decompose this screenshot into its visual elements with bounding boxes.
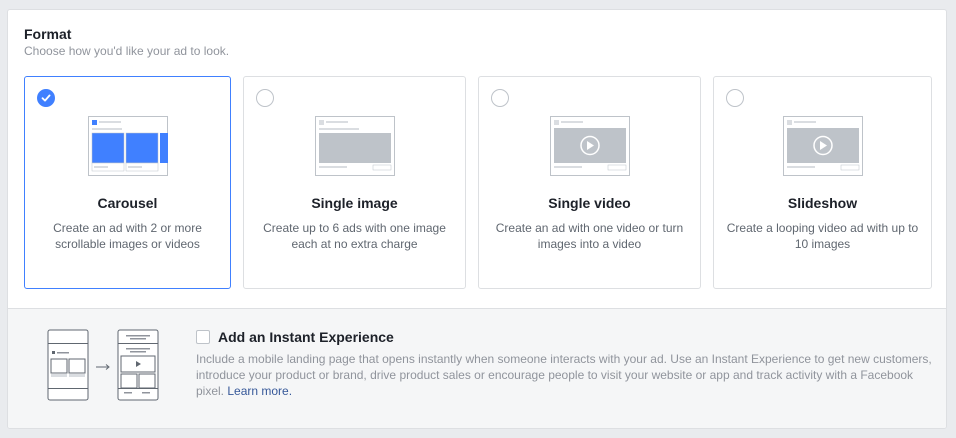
format-option-single-image[interactable]: Single image Create up to 6 ads with one… [243, 76, 466, 289]
instant-experience-description: Include a mobile landing page that opens… [196, 351, 941, 399]
option-radio-carousel[interactable] [37, 89, 55, 107]
instant-experience-checkbox[interactable] [196, 330, 210, 344]
format-option-carousel[interactable]: Carousel Create an ad with 2 or more scr… [24, 76, 231, 289]
option-name-slideshow: Slideshow [787, 195, 858, 211]
format-panel: Format Choose how you'd like your ad to … [7, 9, 947, 429]
video-play-icon [549, 116, 630, 176]
format-subtitle: Choose how you'd like your ad to look. [24, 44, 230, 58]
instant-experience-description-text: Include a mobile landing page that opens… [196, 352, 932, 398]
option-radio-single-video[interactable] [491, 89, 509, 107]
checkmark-icon [41, 94, 51, 102]
option-name-single-video: Single video [548, 195, 631, 211]
option-desc-carousel: Create an ad with 2 or more scrollable i… [53, 221, 202, 251]
format-title: Format [24, 26, 72, 42]
format-option-single-video[interactable]: Single video Create an ad with one video… [478, 76, 701, 289]
option-radio-single-image[interactable] [256, 89, 274, 107]
instant-experience-title: Add an Instant Experience [218, 329, 394, 345]
option-radio-slideshow[interactable] [726, 89, 744, 107]
image-thumbnail-icon [314, 116, 395, 176]
option-desc-single-video: Create an ad with one video or turn imag… [495, 221, 684, 251]
format-option-slideshow[interactable]: Slideshow Create a looping video ad with… [713, 76, 932, 289]
option-name-single-image: Single image [311, 195, 398, 211]
instant-experience-illustration [47, 329, 159, 401]
carousel-thumbnail-icon [87, 116, 168, 176]
option-desc-slideshow: Create a looping video ad with up to 10 … [726, 221, 919, 251]
slideshow-play-icon [782, 116, 863, 176]
instant-experience-section: Add an Instant Experience Include a mobi… [8, 308, 946, 428]
learn-more-link[interactable]: Learn more. [227, 384, 292, 398]
option-desc-single-image: Create up to 6 ads with one image each a… [263, 221, 446, 251]
option-name-carousel: Carousel [97, 195, 158, 211]
